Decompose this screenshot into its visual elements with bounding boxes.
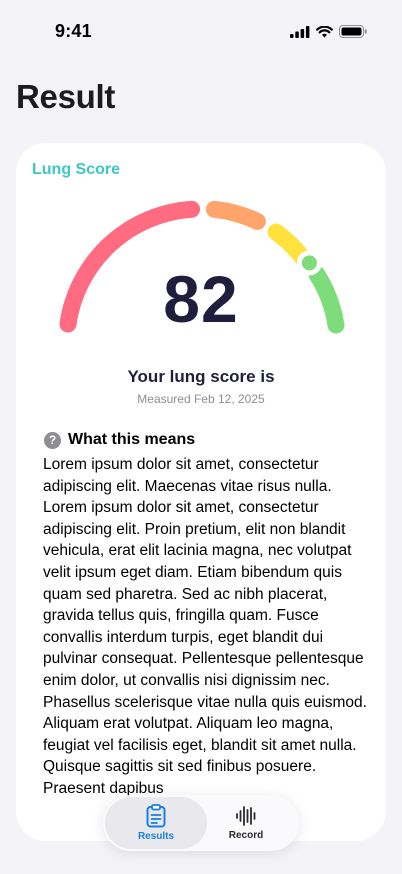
status-bar: 9:41 (0, 0, 402, 62)
gauge-segment-orange (205, 200, 266, 230)
page-title: Result (16, 78, 116, 115)
tab-record-label: Record (228, 830, 264, 841)
meaning-title: What this means (68, 431, 196, 448)
score-caption: Your lung score is (127, 367, 275, 386)
question-circle-icon: ? (44, 431, 61, 449)
measured-date: Measured Feb 12, 2025 (137, 392, 265, 406)
battery-icon (339, 25, 367, 38)
tab-bar: Results Record (103, 795, 299, 851)
wifi-icon (316, 25, 333, 37)
lung-score-card: Lung Score 82 Your lung score is Measure… (16, 143, 386, 841)
tab-record[interactable]: Record (197, 795, 295, 851)
signal-icon (290, 25, 310, 38)
status-time: 9:41 (55, 21, 92, 41)
meaning-body: Lorem ipsum dolor sit amet, consectetur … (43, 456, 367, 797)
clipboard-icon (146, 804, 166, 828)
tab-results[interactable]: Results (107, 795, 205, 851)
status-icons (290, 25, 367, 38)
tab-results-label: Results (137, 831, 175, 842)
score-value: 82 (163, 262, 239, 336)
waveform-icon (236, 806, 256, 826)
meaning-header: ? What this means (44, 431, 195, 449)
